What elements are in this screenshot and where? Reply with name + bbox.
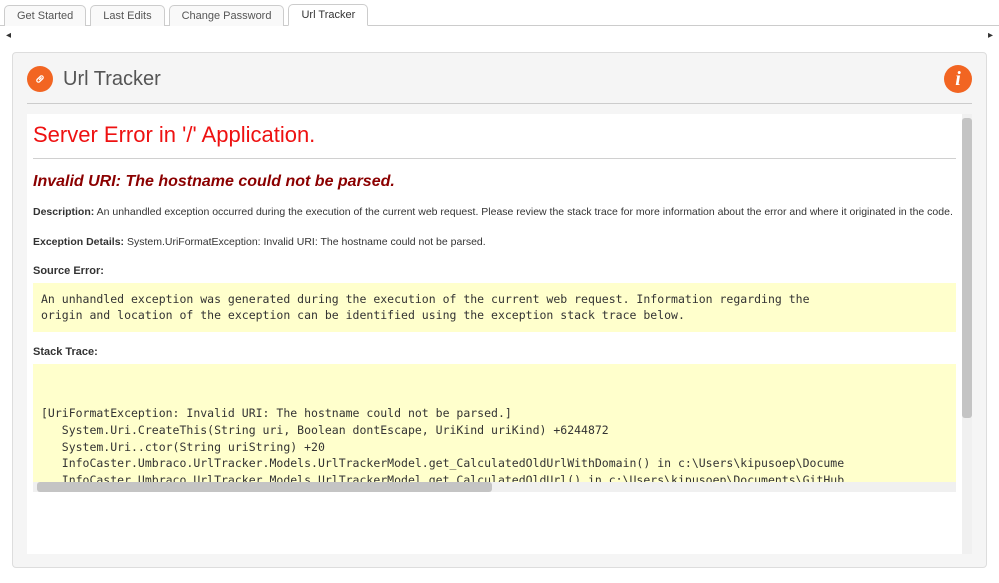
- error-subtitle: Invalid URI: The hostname could not be p…: [33, 173, 956, 191]
- source-error-code: An unhandled exception was generated dur…: [33, 283, 956, 332]
- vertical-scroll-thumb[interactable]: [962, 118, 972, 418]
- chain-link-icon: [27, 66, 53, 92]
- info-icon[interactable]: i: [944, 65, 972, 93]
- description-text: An unhandled exception occurred during t…: [97, 206, 953, 218]
- horizontal-scroll-thumb[interactable]: [37, 482, 492, 492]
- divider: [33, 158, 956, 159]
- scroll-right-icon[interactable]: ▸: [988, 30, 993, 41]
- exception-details-text: System.UriFormatException: Invalid URI: …: [127, 236, 486, 248]
- panel-title: Url Tracker: [63, 68, 944, 91]
- horizontal-scrollbar[interactable]: [33, 482, 956, 492]
- scroll-left-icon[interactable]: ◂: [6, 30, 11, 41]
- exception-details-paragraph: Exception Details: System.UriFormatExcep…: [33, 235, 956, 251]
- panel-header: Url Tracker i: [27, 65, 972, 104]
- content-body: Server Error in '/' Application. Invalid…: [27, 114, 962, 554]
- exception-details-label: Exception Details:: [33, 236, 124, 248]
- stack-trace-label: Stack Trace:: [33, 346, 956, 358]
- tab-change-password[interactable]: Change Password: [169, 5, 285, 26]
- tab-last-edits[interactable]: Last Edits: [90, 5, 164, 26]
- tab-scroll-row: ◂ ▸: [0, 26, 999, 44]
- stack-trace-code: [UriFormatException: Invalid URI: The ho…: [33, 364, 956, 492]
- vertical-scrollbar[interactable]: [962, 114, 972, 554]
- tab-url-tracker[interactable]: Url Tracker: [288, 4, 368, 26]
- main-panel: Url Tracker i Server Error in '/' Applic…: [12, 52, 987, 568]
- error-title: Server Error in '/' Application.: [33, 122, 956, 156]
- tab-strip: Get Started Last Edits Change Password U…: [0, 0, 999, 26]
- content-scroll-area: Server Error in '/' Application. Invalid…: [27, 114, 972, 554]
- tab-get-started[interactable]: Get Started: [4, 5, 86, 26]
- description-label: Description:: [33, 206, 94, 218]
- stack-trace-text: [UriFormatException: Invalid URI: The ho…: [41, 406, 844, 492]
- source-error-label: Source Error:: [33, 265, 956, 277]
- description-paragraph: Description: An unhandled exception occu…: [33, 205, 956, 221]
